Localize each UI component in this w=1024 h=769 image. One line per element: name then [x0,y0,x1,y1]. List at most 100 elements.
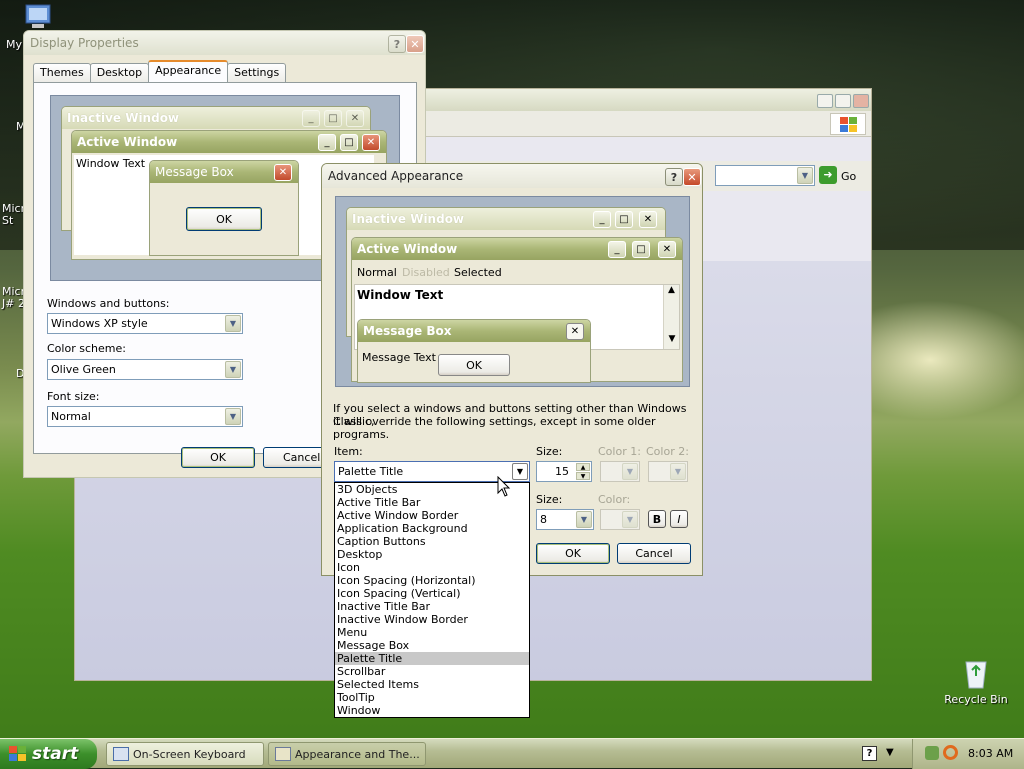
clock[interactable]: 8:03 AM [968,747,1013,760]
mouse-cursor-icon [497,476,511,497]
start-button[interactable]: start [0,739,97,769]
list-item[interactable]: Caption Buttons [335,535,529,548]
cancel-button[interactable]: Cancel [617,543,691,564]
chevron-down-icon: ▼ [622,511,638,528]
minimize-button[interactable] [817,94,833,108]
system-tray: 8:03 AM [912,739,1024,769]
list-item[interactable]: Application Background [335,522,529,535]
display-properties-titlebar[interactable]: Display Properties [24,31,425,55]
chevron-down-icon[interactable]: ▼ [576,511,592,528]
taskbar-item-appearance[interactable]: Appearance and The... [268,742,426,766]
list-item-highlighted[interactable]: Palette Title [335,652,529,665]
list-item[interactable]: Selected Items [335,678,529,691]
start-label: start [32,744,79,764]
maximize-button[interactable] [835,94,851,108]
list-item[interactable]: Icon [335,561,529,574]
maximize-icon: □ [615,211,633,228]
adv-preview-message-box: Message Box ✕ Message Text OK [357,319,591,383]
color-scheme-value: Olive Green [51,363,116,376]
close-button[interactable]: ✕ [406,35,424,53]
list-item[interactable]: Icon Spacing (Horizontal) [335,574,529,587]
close-icon: ✕ [274,164,292,181]
list-item[interactable]: Window [335,704,529,717]
font-size-select[interactable]: 8 ▼ [536,509,594,530]
minimize-icon: _ [318,134,336,151]
tab-strip: Themes Desktop Appearance Settings [33,60,287,83]
close-button[interactable] [853,94,869,108]
list-item[interactable]: Message Box [335,639,529,652]
preview-ok-button: OK [186,207,262,231]
close-icon: ✕ [362,134,380,151]
control-panel-icon [275,747,291,761]
minimize-icon: _ [302,110,320,127]
preview-message-box: Message Box ✕ OK [149,160,299,256]
font-size-select[interactable]: Normal ▼ [47,406,243,427]
close-icon: ✕ [346,110,364,127]
minimize-icon: _ [608,241,626,258]
color1-label: Color 1: [598,445,641,458]
tab-appearance[interactable]: Appearance [148,60,229,83]
taskbar-item-onscreen-keyboard[interactable]: On-Screen Keyboard [106,742,264,766]
font-size-label: Font size: [47,390,100,403]
close-icon: ✕ [566,323,584,340]
font-size-value: 8 [540,513,547,526]
size-spinner[interactable]: 15 ▲ ▼ [536,461,592,482]
chevron-down-icon[interactable]: ▼ [225,315,241,332]
recycle-bin-desktop-icon[interactable]: Recycle Bin [944,656,1008,706]
color-scheme-select[interactable]: Olive Green ▼ [47,359,243,380]
tab-desktop[interactable]: Desktop [89,63,150,83]
item-label: Item: [334,445,363,458]
chevron-down-icon[interactable]: ▼ [512,463,528,480]
close-button[interactable]: ✕ [683,168,701,186]
ok-button[interactable]: OK [536,543,610,564]
windows-buttons-select[interactable]: Windows XP style ▼ [47,313,243,334]
italic-button[interactable]: I [670,510,688,528]
keyboard-icon [113,747,129,761]
chevron-down-icon[interactable]: ▼ [225,361,241,378]
adv-preview-msgbox-text: Message Text [362,351,436,364]
list-item[interactable]: Scrollbar [335,665,529,678]
windows-buttons-label: Windows and buttons: [47,297,170,310]
color2-picker[interactable]: ▼ [648,461,688,482]
list-item[interactable]: Inactive Title Bar [335,600,529,613]
list-item[interactable]: Menu [335,626,529,639]
chevron-down-icon[interactable]: ▼ [886,747,894,758]
maximize-icon: □ [340,134,358,151]
list-item[interactable]: Inactive Window Border [335,613,529,626]
close-icon: ✕ [658,241,676,258]
adv-preview-window-text: Window Text [357,288,444,302]
taskbar: start On-Screen Keyboard Appearance and … [0,738,1024,769]
item-dropdown-list[interactable]: 3D Objects Active Title Bar Active Windo… [334,482,530,718]
list-item[interactable]: Icon Spacing (Vertical) [335,587,529,600]
help-button[interactable]: ? [388,35,406,53]
search-icon[interactable] [943,745,958,760]
spin-down-icon[interactable]: ▼ [576,472,590,480]
taskbar-item-label: Appearance and The... [295,747,420,761]
close-icon: ✕ [639,211,657,228]
chevron-down-icon[interactable]: ▼ [225,408,241,425]
maximize-icon: □ [632,241,650,258]
ok-button[interactable]: OK [181,447,255,468]
tab-settings[interactable]: Settings [227,63,287,83]
help-icon[interactable]: ? [862,746,877,761]
address-combo[interactable]: ▼ [715,165,815,186]
go-label[interactable]: Go [841,170,856,183]
help-button[interactable]: ? [665,168,683,186]
network-icon[interactable] [925,746,939,760]
chevron-down-icon: ▼ [670,463,686,480]
tab-themes[interactable]: Themes [33,63,91,83]
bold-button[interactable]: B [648,510,666,528]
font-color-picker[interactable]: ▼ [600,509,640,530]
list-item[interactable]: ToolTip [335,691,529,704]
maximize-icon: □ [324,110,342,127]
advanced-appearance-titlebar[interactable]: Advanced Appearance [322,164,702,188]
color2-label: Color 2: [646,445,689,458]
list-item[interactable]: Active Window Border [335,509,529,522]
adv-preview-msgbox-title: Message Box [358,320,590,342]
color1-picker[interactable]: ▼ [600,461,640,482]
preview-scrollbar: ▲ ▼ [663,285,679,349]
go-arrow-icon[interactable]: ➜ [819,166,837,184]
spin-up-icon[interactable]: ▲ [576,463,590,471]
list-item[interactable]: Desktop [335,548,529,561]
chevron-down-icon[interactable]: ▼ [797,167,813,184]
